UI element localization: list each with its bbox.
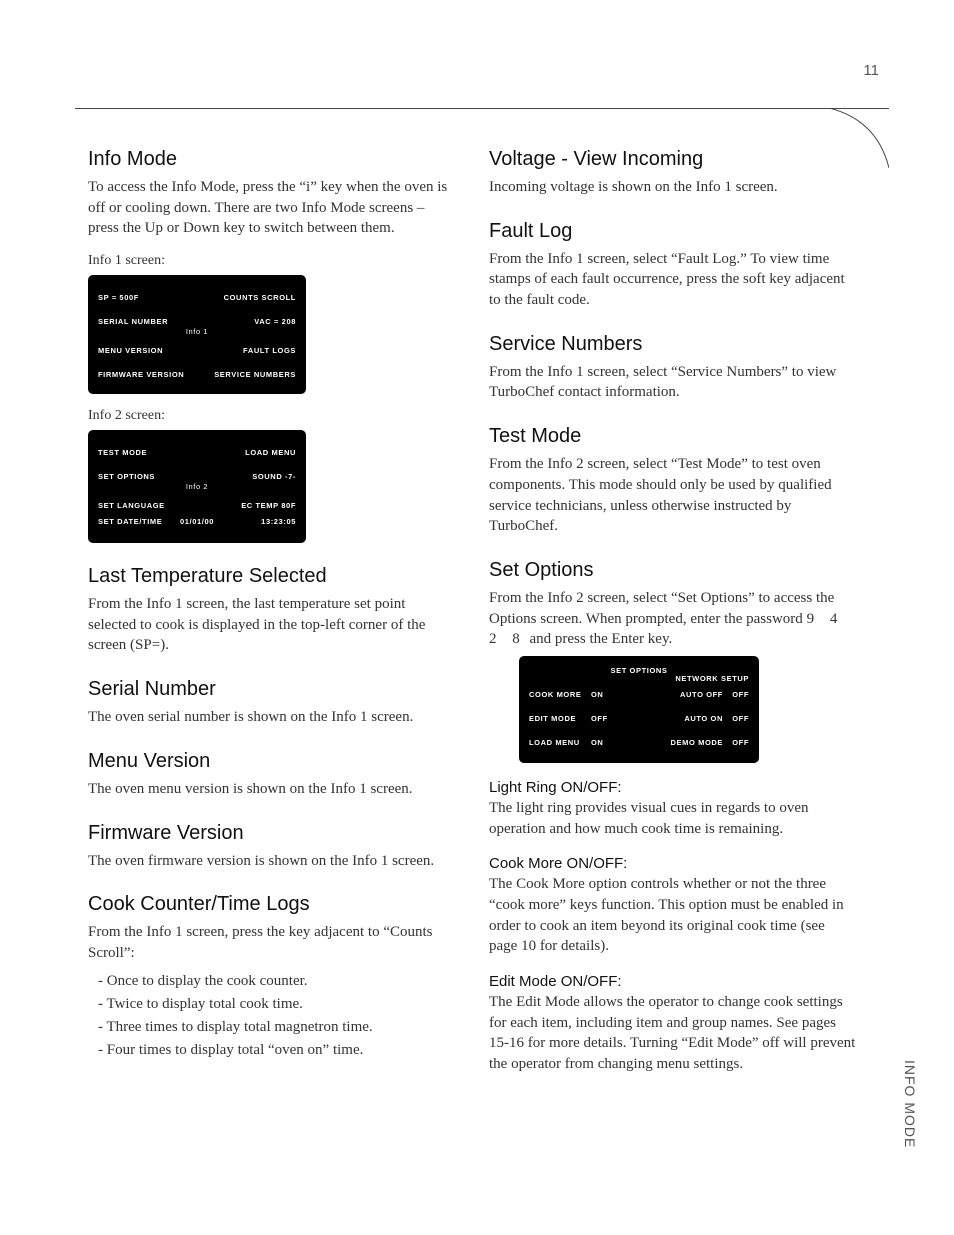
paragraph: The oven menu version is shown on the In… <box>88 779 455 800</box>
heading-fault-log: Fault Log <box>489 220 856 243</box>
list-item: Twice to display total cook time. <box>110 993 455 1016</box>
lcd-info2: TEST MODELOAD MENU SET OPTIONSSOUND -7- … <box>88 430 306 543</box>
heading-last-temp: Last Temperature Selected <box>88 565 455 588</box>
paragraph: The oven serial number is shown on the I… <box>88 707 455 728</box>
lcd-cell: LOAD MENU <box>529 738 591 747</box>
lcd-cell: TEST MODE <box>98 448 147 457</box>
lcd-cell: ON <box>591 690 617 699</box>
lcd-cell: OFF <box>723 714 749 723</box>
lcd-cell: FAULT LOGS <box>243 346 296 355</box>
lcd-cell: COUNTS SCROLL <box>224 293 296 302</box>
lcd-cell: ON <box>591 738 617 747</box>
lcd-cell: LOAD MENU <box>245 448 296 457</box>
caption-info1: Info 1 screen: <box>88 253 455 269</box>
lcd-cell: COOK MORE <box>529 690 591 699</box>
heading-menu-version: Menu Version <box>88 750 455 773</box>
heading-test-mode: Test Mode <box>489 425 856 448</box>
lcd-cell: 13:23:05 <box>230 517 296 535</box>
paragraph: The Edit Mode allows the operator to cha… <box>489 992 856 1075</box>
text: and press the Enter key. <box>526 631 672 647</box>
lcd-cell: AUTO OFF <box>647 690 723 699</box>
page-number: 11 <box>863 62 879 79</box>
paragraph: From the Info 1 screen, the last tempera… <box>88 594 455 656</box>
paragraph: From the Info 2 screen, select “Test Mod… <box>489 454 856 537</box>
subheading-light-ring: Light Ring ON/OFF: <box>489 779 856 796</box>
heading-firmware-version: Firmware Version <box>88 822 455 845</box>
lcd-cell: 01/01/00 <box>164 517 230 535</box>
left-column: Info Mode To access the Info Mode, press… <box>88 148 455 1081</box>
paragraph: From the Info 2 screen, select “Set Opti… <box>489 588 856 650</box>
lcd-cell: SOUND -7- <box>252 472 296 481</box>
lcd-cell: SERVICE NUMBERS <box>214 370 296 379</box>
caption-info2: Info 2 screen: <box>88 408 455 424</box>
list-item: Four times to display total “oven on” ti… <box>110 1039 455 1062</box>
lcd-tag: Info 1 <box>98 327 296 336</box>
paragraph: Incoming voltage is shown on the Info 1 … <box>489 177 856 198</box>
lcd-cell: OFF <box>723 738 749 747</box>
lcd-cell: VAC = 208 <box>254 317 296 326</box>
lcd-cell: FIRMWARE VERSION <box>98 370 184 379</box>
page: 11 INFO MODE Info Mode To access the Inf… <box>0 0 954 1235</box>
lcd-info1: SP = 500F COUNTS SCROLL SERIAL NUMBER VAC … <box>88 275 306 394</box>
lcd-cell: SP = 500F <box>98 293 139 302</box>
paragraph: From the Info 1 screen, select “Service … <box>489 362 856 403</box>
paragraph: From the Info 1 screen, select “Fault Lo… <box>489 249 856 311</box>
right-column: Voltage - View Incoming Incoming voltage… <box>489 148 856 1081</box>
text: From the Info 2 screen, select “Set Opti… <box>489 590 834 627</box>
list-item: Once to display the cook counter. <box>110 970 455 993</box>
list-item: Three times to display total magnetron t… <box>110 1016 455 1039</box>
lcd-cell: SERIAL NUMBER <box>98 317 168 326</box>
paragraph: To access the Info Mode, press the “i” k… <box>88 177 455 239</box>
heading-set-options: Set Options <box>489 559 856 582</box>
heading-info-mode: Info Mode <box>88 148 455 171</box>
subheading-edit-mode: Edit Mode ON/OFF: <box>489 973 856 990</box>
heading-serial: Serial Number <box>88 678 455 701</box>
lcd-cell: DEMO MODE <box>647 738 723 747</box>
paragraph: From the Info 1 screen, press the key ad… <box>88 922 455 963</box>
lcd-cell: AUTO ON <box>647 714 723 723</box>
lcd-set-options: SET OPTIONS NETWORK SETUP COOK MORE ON A… <box>519 656 759 763</box>
lcd-cell: OFF <box>591 714 617 723</box>
top-rule <box>75 108 889 109</box>
lcd-cell: OFF <box>723 690 749 699</box>
lcd-cell: EC TEMP 80F <box>241 501 296 510</box>
section-tab: INFO MODE <box>902 1060 918 1148</box>
lcd-cell: MENU VERSION <box>98 346 163 355</box>
paragraph: The light ring provides visual cues in r… <box>489 798 856 839</box>
lcd-cell: SET LANGUAGE <box>98 501 165 510</box>
heading-service-numbers: Service Numbers <box>489 333 856 356</box>
list-counts: Once to display the cook counter. Twice … <box>88 970 455 1063</box>
heading-voltage: Voltage - View Incoming <box>489 148 856 171</box>
lcd-cell: EDIT MODE <box>529 714 591 723</box>
paragraph: The oven firmware version is shown on th… <box>88 851 455 872</box>
lcd-cell: SET DATE/TIME <box>98 517 164 535</box>
lcd-cell: NETWORK SETUP <box>529 674 749 683</box>
paragraph: The Cook More option controls whether or… <box>489 874 856 957</box>
lcd-tag: Info 2 <box>98 482 296 491</box>
heading-cook-counter: Cook Counter/Time Logs <box>88 893 455 916</box>
subheading-cook-more: Cook More ON/OFF: <box>489 855 856 872</box>
lcd-cell: SET OPTIONS <box>98 472 155 481</box>
